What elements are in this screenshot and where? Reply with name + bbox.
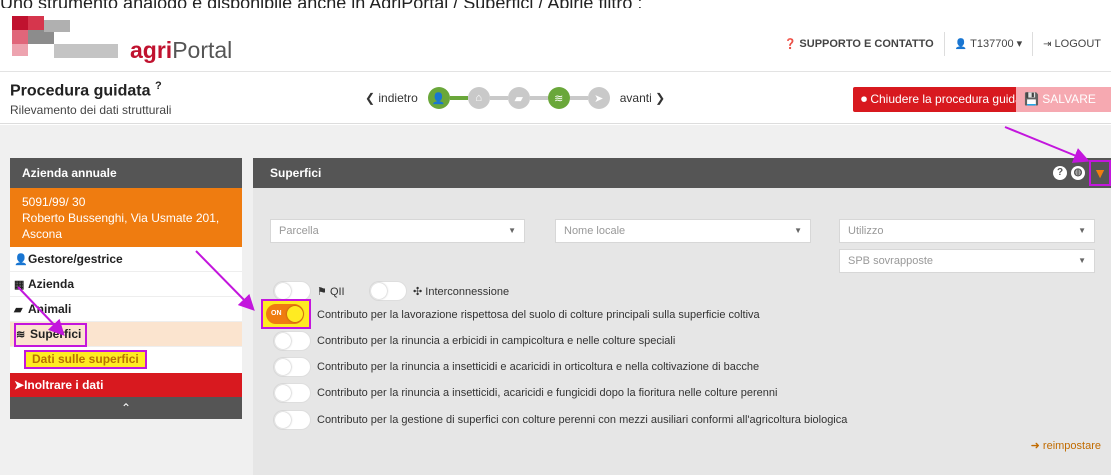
local-name-select[interactable]: Nome locale ▼: [555, 219, 811, 243]
step-list: 👤 ⌂ ▰ ≋ ➤: [427, 87, 610, 109]
contribution-toggle-3[interactable]: [273, 357, 311, 377]
swiss-logo-icon: [12, 16, 118, 58]
close-procedure-button[interactable]: ⏺ Chiudere la procedura guidata: [853, 87, 1040, 112]
farm-address: Roberto Bussenghi, Via Usmate 201, Ascon…: [22, 211, 220, 241]
help-icon[interactable]: ?: [155, 80, 162, 92]
qii-toggle[interactable]: [273, 281, 311, 301]
wizard-stepper: ❮ indietro 👤 ⌂ ▰ ≋ ➤ avanti ❯: [365, 84, 665, 112]
sidebar-item-send[interactable]: ➤Inoltrare i dati: [10, 373, 242, 397]
sidebar-item-animals[interactable]: ▰ Animali: [10, 297, 242, 322]
contribution-label-3: Contributo per la rinuncia a insetticidi…: [317, 361, 760, 373]
contribution-label-2: Contributo per la rinuncia a erbicidi in…: [317, 335, 676, 347]
user-icon: 👤: [954, 39, 968, 50]
sidebar-item-surfaces[interactable]: ≋ Superfici: [10, 322, 242, 347]
contribution-label-1: Contributo per la lavorazione rispettosa…: [317, 309, 760, 321]
chevron-right-icon: ➜: [1030, 440, 1040, 452]
surfaces-panel: Superfici ? ◍ ▼ Parcella ▼ Nome locale ▼ U…: [253, 158, 1111, 475]
building-icon: ▦: [14, 279, 25, 291]
support-link[interactable]: ❓ SUPPORTO E CONTATTO: [774, 32, 944, 56]
back-link[interactable]: ❮ indietro: [365, 91, 418, 105]
chevron-down-icon: ▼: [1078, 256, 1086, 265]
step-connector: [529, 96, 548, 100]
forward-link[interactable]: avanti ❯: [620, 91, 665, 105]
interconnection-label: ✣ Interconnessione: [413, 286, 510, 298]
chevron-down-icon: ▼: [1078, 226, 1086, 235]
agriportal-logo[interactable]: agriPortal: [12, 16, 252, 72]
step-user-icon[interactable]: 👤: [427, 87, 450, 109]
layers-icon: ≋: [16, 329, 26, 341]
top-links: ❓ SUPPORTO E CONTATTO 👤 T137700 ▾ ⇥ LOGOUT: [774, 32, 1111, 56]
brand-name: agriPortal: [130, 37, 233, 63]
cow-icon: ▰: [14, 304, 23, 316]
chevron-up-icon: ⌃: [120, 401, 132, 415]
step-connector: [489, 96, 508, 100]
step-send-icon[interactable]: ➤: [587, 87, 610, 109]
chevron-down-icon: ▼: [508, 226, 516, 235]
step-connector: [569, 96, 588, 100]
procedure-subtitle: Rilevamento dei dati strutturali: [10, 103, 172, 117]
save-button[interactable]: 💾 SALVARE: [1016, 87, 1111, 112]
step-cow-icon[interactable]: ▰: [507, 87, 530, 109]
contribution-toggle-5[interactable]: [273, 410, 311, 430]
collapse-button[interactable]: ⌃: [10, 397, 242, 419]
page-caption: Uno strumento analogo è disponibile anch…: [0, 0, 1111, 8]
send-icon: ➤: [14, 378, 25, 392]
interconnection-toggle[interactable]: [369, 281, 407, 301]
sidebar-item-farm[interactable]: ▦ Azienda: [10, 272, 242, 297]
qii-label: ⚑ QII: [317, 286, 345, 298]
contribution-toggle-4[interactable]: [273, 383, 311, 403]
contribution-label-5: Contributo per la gestione di superfici …: [317, 414, 848, 426]
parcel-select[interactable]: Parcella ▼: [270, 219, 525, 243]
reset-link[interactable]: ➜ reimpostare: [1031, 439, 1101, 452]
procedure-bar: Procedura guidata ? Rilevamento dei dati…: [0, 72, 1111, 124]
panel-header: Superfici ? ◍ ▼: [253, 158, 1111, 188]
user-menu[interactable]: 👤 T137700 ▾: [943, 32, 1032, 56]
use-select[interactable]: Utilizzo ▼: [839, 219, 1095, 243]
flag-icon: ⚑: [317, 286, 327, 298]
contribution-label-4: Contributo per la rinuncia a insetticidi…: [317, 387, 778, 399]
panel-actions: ? ◍ ▼: [1053, 158, 1111, 188]
farm-card[interactable]: 5091/99/ 30 Roberto Bussenghi, Via Usmat…: [10, 188, 242, 247]
app-header: agriPortal ❓ SUPPORTO E CONTATTO 👤 T137700…: [0, 14, 1111, 72]
logout-link[interactable]: ⇥ LOGOUT: [1032, 32, 1111, 56]
sidebar: Azienda annuale 5091/99/ 30 Roberto Buss…: [10, 158, 242, 419]
chevron-down-icon: ▼: [794, 226, 802, 235]
spb-select[interactable]: SPB sovrapposte ▼: [839, 249, 1095, 273]
network-icon: ✣: [413, 286, 423, 298]
question-circle-icon: ❓: [783, 39, 797, 50]
contribution-toggle-2[interactable]: [273, 331, 311, 351]
globe-icon[interactable]: ◍: [1071, 166, 1085, 180]
sidebar-subitem-surface-data[interactable]: Dati sulle superfici: [10, 347, 242, 373]
logout-icon: ⇥: [1043, 39, 1052, 50]
help-icon[interactable]: ?: [1053, 166, 1067, 180]
sidebar-header: Azienda annuale: [10, 158, 242, 188]
sidebar-item-manager[interactable]: 👤Gestore/gestrice: [10, 247, 242, 272]
panel-title: Superfici: [270, 166, 322, 180]
farm-id: 5091/99/ 30: [22, 195, 86, 209]
step-layers-icon[interactable]: ≋: [547, 87, 570, 109]
procedure-title: Procedura guidata ?: [10, 80, 162, 100]
step-house-icon[interactable]: ⌂: [467, 87, 490, 109]
user-icon: 👤: [14, 254, 28, 266]
step-connector: [449, 96, 468, 100]
contribution-toggle-1[interactable]: ON: [266, 304, 304, 324]
filter-icon[interactable]: ▼: [1089, 160, 1111, 186]
